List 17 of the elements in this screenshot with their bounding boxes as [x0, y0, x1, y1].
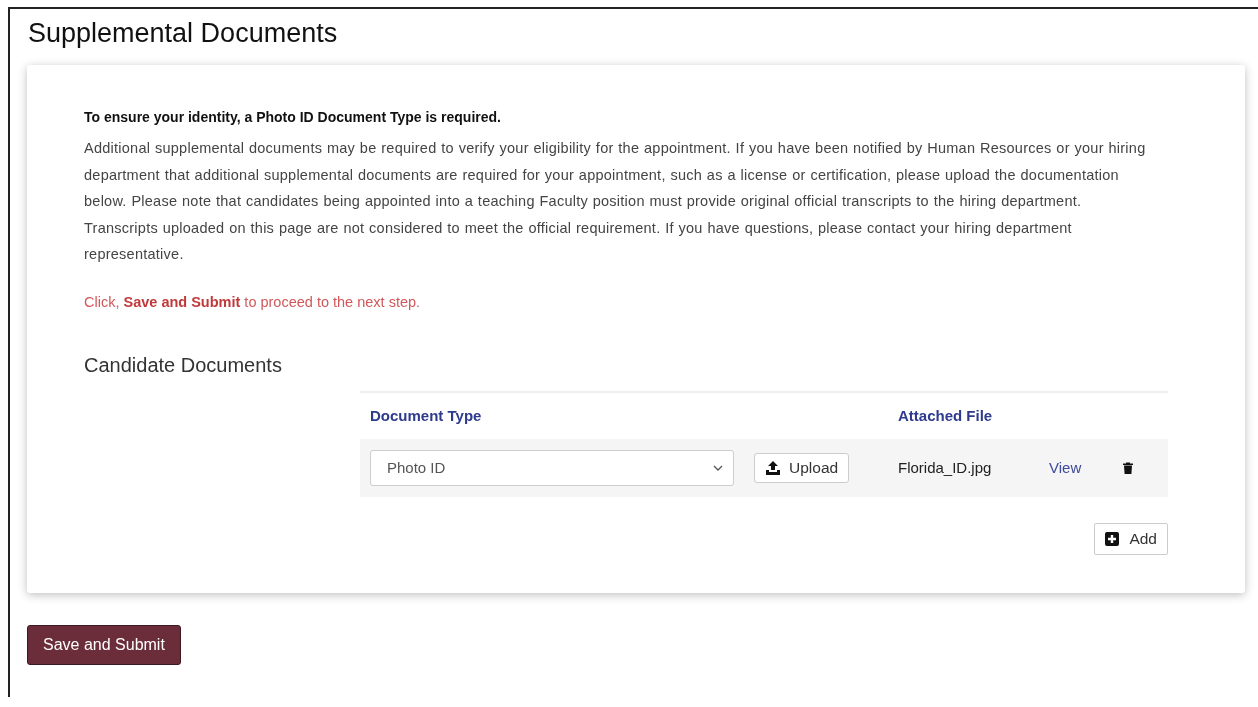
- upload-button[interactable]: Upload: [754, 452, 850, 483]
- document-type-dropdown[interactable]: Photo ID: [370, 449, 734, 486]
- instruction-text: Click, Save and Submit to proceed to the next step.: [84, 293, 422, 310]
- view-link[interactable]: View: [1049, 459, 1082, 476]
- column-header: Document Type: [369, 407, 483, 424]
- add-button[interactable]: Add: [1094, 522, 1168, 555]
- upload-icon: [765, 460, 781, 475]
- description-paragraph: Additional supplemental documents may be required to verify your eligibility for the appointment. If you have been notified by Human Resources or your hiring department that additional supplemental documents are required for your appointment, such as a license or certification, please upload the documentation below. Please note that candidates being appointed into a teaching Faculty position must provide original official transcripts to the hiring department. Transcripts uploaded on this page are not considered to meet the official requirement. If you have questions, please contact your hiring department representative.: [84, 139, 1147, 264]
- caret-icon: [713, 464, 723, 471]
- identity-notice: To ensure your identity, a Photo ID Document Type is required.: [84, 109, 502, 125]
- save-and-submit-button[interactable]: Save and Submit: [27, 624, 181, 665]
- delete-icon[interactable]: [1123, 461, 1133, 474]
- file-name: Florida_ID.jpg: [898, 459, 992, 476]
- section-title: Candidate Documents: [84, 353, 283, 377]
- plus-icon: [1105, 531, 1120, 546]
- column-header: Attached File: [898, 407, 994, 424]
- page-title: Supplemental Documents: [28, 17, 339, 49]
